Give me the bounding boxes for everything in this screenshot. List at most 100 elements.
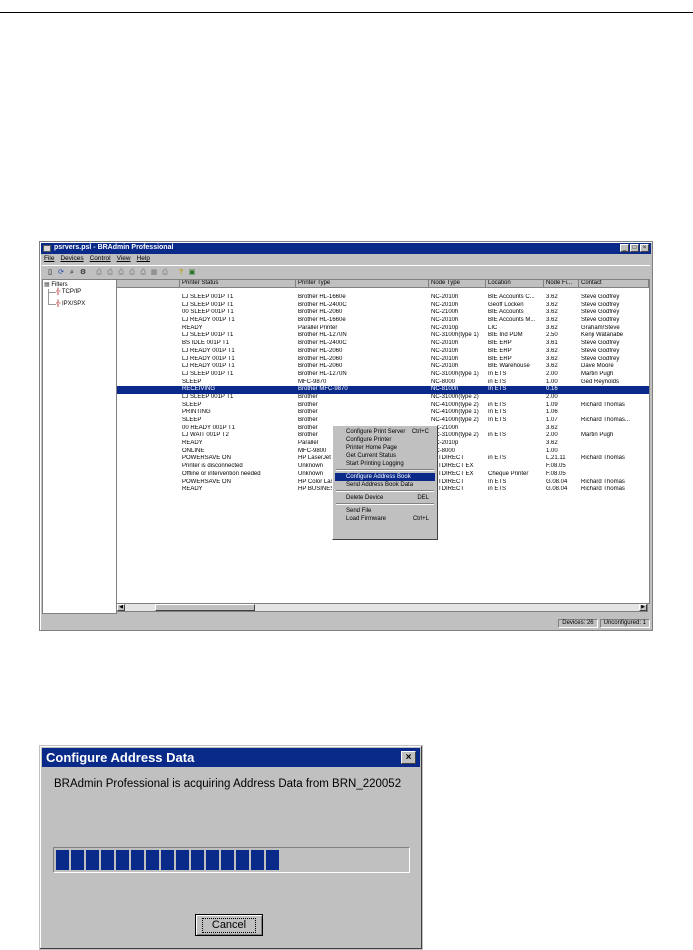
col-header-printer-type[interactable]: Printer Type bbox=[296, 280, 429, 288]
printer-icon[interactable]: ⎙ bbox=[94, 268, 104, 278]
table-row[interactable]: READY Parallel Printer NC-2010p LIC 3.62 Grah… bbox=[117, 325, 649, 333]
table-row[interactable]: LJ SLEEP 001P T1 Brother HL-1660e NC-2010h… bbox=[117, 294, 649, 302]
open-icon[interactable]: ▯ bbox=[45, 268, 55, 278]
printer-icon[interactable]: ⎙ bbox=[116, 268, 126, 278]
table-row[interactable]: PRINTING Brother NC-4100h(type 1) In ETS 1.0… bbox=[117, 409, 649, 417]
menu-help[interactable]: Help bbox=[137, 255, 150, 264]
col-header-location[interactable]: Location bbox=[486, 280, 544, 288]
location-cell: BIE Accounts C... bbox=[488, 294, 535, 300]
tree-item-ipxspx[interactable]: ╬ IPX/SPX bbox=[56, 301, 85, 307]
contact-cell: Ged Reynolds bbox=[581, 378, 620, 385]
row-blank-cell bbox=[117, 432, 180, 440]
printer-status-cell: LJ SLEEP 001P T1 bbox=[182, 301, 234, 308]
printer-status-cell: POWERSAVE ON bbox=[182, 478, 231, 485]
table-row[interactable]: LJ READY 001P T1 Brother HL-2060 NC-2010h B… bbox=[117, 363, 649, 371]
grid-icon[interactable]: ▦ bbox=[149, 268, 159, 278]
tree-item-tcpip[interactable]: ╬ TCP/IP bbox=[56, 289, 81, 295]
printer-icon[interactable]: ⎙ bbox=[127, 268, 137, 278]
table-row[interactable]: SLEEP Brother NC-4100h(type 2) in ETS 1.09 Ri… bbox=[117, 402, 649, 410]
menu-view[interactable]: View bbox=[117, 255, 131, 264]
context-menu-item[interactable]: Start Printing Logging bbox=[335, 460, 435, 468]
context-menu-item[interactable]: Send Address Book Data bbox=[335, 481, 435, 489]
table-row[interactable]: SLEEP MFC-9870 NC-8000 in ETS 1.00 Ged Reynol… bbox=[117, 379, 649, 387]
cancel-label: Cancel bbox=[201, 917, 257, 933]
col-header-contact[interactable]: Contact bbox=[579, 280, 649, 288]
refresh-icon[interactable]: ⟳ bbox=[56, 268, 66, 278]
table-row[interactable]: BS IDLE 001P T1 Brother HL-2400C NC-2010h B… bbox=[117, 340, 649, 348]
help-icon[interactable]: ? bbox=[176, 268, 186, 278]
dialog-close-button[interactable]: × bbox=[401, 751, 416, 764]
contact-cell: Kenji Watanabe bbox=[581, 332, 624, 339]
search-icon[interactable]: ⌕ bbox=[67, 268, 77, 278]
printer-icon[interactable]: ⎙ bbox=[105, 268, 115, 278]
col-header-node-firmware[interactable]: Node Fi... bbox=[544, 280, 579, 288]
row-blank-cell bbox=[117, 386, 180, 394]
printer-status-cell: BS IDLE 001P T1 bbox=[182, 340, 230, 347]
table-row[interactable]: LJ SLEEP 001P T1 Brother HL-2400C NC-2010h… bbox=[117, 302, 649, 310]
menu-devices[interactable]: Devices bbox=[60, 255, 83, 264]
window-icon[interactable]: ▣ bbox=[187, 268, 197, 278]
node-type-cell: NC-2010p bbox=[431, 324, 459, 331]
table-row[interactable]: SLEEP Brother NC-4100h(type 2) In ETS 1.07 Ri… bbox=[117, 417, 649, 425]
node-type-cell: NC-8000 bbox=[431, 378, 456, 385]
table-row[interactable]: LJ READY 001P T1 Brother HL-2060 NC-2010h B… bbox=[117, 348, 649, 356]
context-menu-label: Send File bbox=[346, 508, 372, 514]
menu-file[interactable]: File bbox=[44, 255, 54, 264]
printer-icon[interactable]: ⎙ bbox=[160, 268, 170, 278]
context-menu-label: Start Printing Logging bbox=[346, 461, 404, 467]
printer-icon[interactable]: ⎙ bbox=[138, 268, 148, 278]
printer-type-cell: Brother bbox=[298, 401, 318, 408]
context-menu-item[interactable]: Configure Print Server Ctrl+C bbox=[335, 428, 435, 436]
minimize-button[interactable]: _ bbox=[620, 244, 629, 252]
context-menu-item[interactable]: Get Current Status bbox=[335, 452, 435, 460]
status-bar: Devices: 26 Unconfigured: 1 bbox=[42, 619, 650, 628]
table-row[interactable]: LJ SLEEP 001P T1 Brother HL-1270N NC-3100h… bbox=[117, 332, 649, 340]
col-header-node-type[interactable]: Node Type bbox=[429, 280, 486, 288]
row-blank-cell bbox=[117, 425, 180, 433]
context-menu-item[interactable]: Delete Device DEL bbox=[335, 494, 435, 502]
horizontal-scrollbar[interactable]: ◀ ▶ bbox=[116, 603, 648, 612]
context-menu-item[interactable]: Configure Printer bbox=[335, 436, 435, 444]
col-header-printer-status[interactable]: Printer Status bbox=[180, 280, 296, 288]
row-blank-cell bbox=[117, 294, 180, 302]
printer-status-cell: SLEEP bbox=[182, 401, 202, 408]
context-menu-item[interactable]: Load Firmware Ctrl+L bbox=[335, 515, 435, 523]
cancel-button[interactable]: Cancel bbox=[195, 914, 263, 936]
context-menu-item[interactable]: Configure Address Book bbox=[335, 473, 435, 481]
table-row[interactable]: LJ SLEEP 001P T1 Brother HL-1270N NC-3100h… bbox=[117, 371, 649, 379]
printer-status-cell: SLEEP bbox=[182, 417, 202, 423]
tree-root-filters[interactable]: ▦ Filters bbox=[44, 281, 68, 288]
scroll-left-icon[interactable]: ◀ bbox=[117, 604, 125, 611]
scroll-right-icon[interactable]: ▶ bbox=[639, 604, 647, 611]
row-blank-cell bbox=[117, 379, 180, 387]
config-icon[interactable]: ⚙ bbox=[78, 268, 88, 278]
node-type-cell: NC-3100h(type 2) bbox=[431, 393, 479, 400]
node-type-cell: NC-2100h bbox=[431, 309, 459, 316]
table-row[interactable]: LJ READY 001P T1 Brother HL-1660e NC-2010h… bbox=[117, 317, 649, 325]
scroll-thumb[interactable] bbox=[155, 604, 255, 611]
location-cell: in ETS bbox=[488, 401, 507, 408]
context-menu-shortcut: Ctrl+C bbox=[411, 429, 429, 435]
table-row[interactable]: LJ SLEEP 001P T1 Brother NC-3100h(type 2) 2… bbox=[117, 394, 649, 402]
maximize-button[interactable]: □ bbox=[630, 244, 639, 252]
row-blank-cell bbox=[117, 394, 180, 402]
status-devices: Devices: 26 bbox=[558, 619, 598, 628]
context-menu-item[interactable]: Printer Home Page bbox=[335, 444, 435, 452]
dialog-title: Configure Address Data bbox=[46, 750, 195, 765]
filter-tree: ▦ Filters ╬ TCP/IP ╬ IPX/SPX bbox=[42, 279, 117, 614]
dialog-title-bar[interactable]: Configure Address Data × bbox=[42, 748, 420, 767]
node-firmware-cell: 3.62 bbox=[546, 424, 558, 431]
tree-connector bbox=[48, 292, 56, 293]
printer-type-cell: Brother bbox=[298, 409, 318, 416]
location-cell bbox=[486, 394, 544, 402]
context-menu-item[interactable]: Send File bbox=[335, 507, 435, 515]
title-bar[interactable]: psrvers.psl - BRAdmin Professional _ □ × bbox=[41, 243, 651, 254]
table-row[interactable]: RECEIVING Brother MFC-9870 NC-8100h In ETS 0… bbox=[117, 386, 649, 394]
location-cell: BIE ERP bbox=[488, 355, 512, 362]
table-row[interactable]: 00 SLEEP 001P T1 Brother HL-2060 NC-2100h B… bbox=[117, 309, 649, 317]
col-header-blank[interactable] bbox=[117, 280, 180, 288]
table-row[interactable]: LJ READY 001P T1 Brother HL-2060 NC-2010h B… bbox=[117, 356, 649, 364]
printer-type-cell: Brother HL-2060 bbox=[298, 309, 343, 316]
menu-control[interactable]: Control bbox=[90, 255, 111, 264]
close-button[interactable]: × bbox=[640, 244, 649, 252]
